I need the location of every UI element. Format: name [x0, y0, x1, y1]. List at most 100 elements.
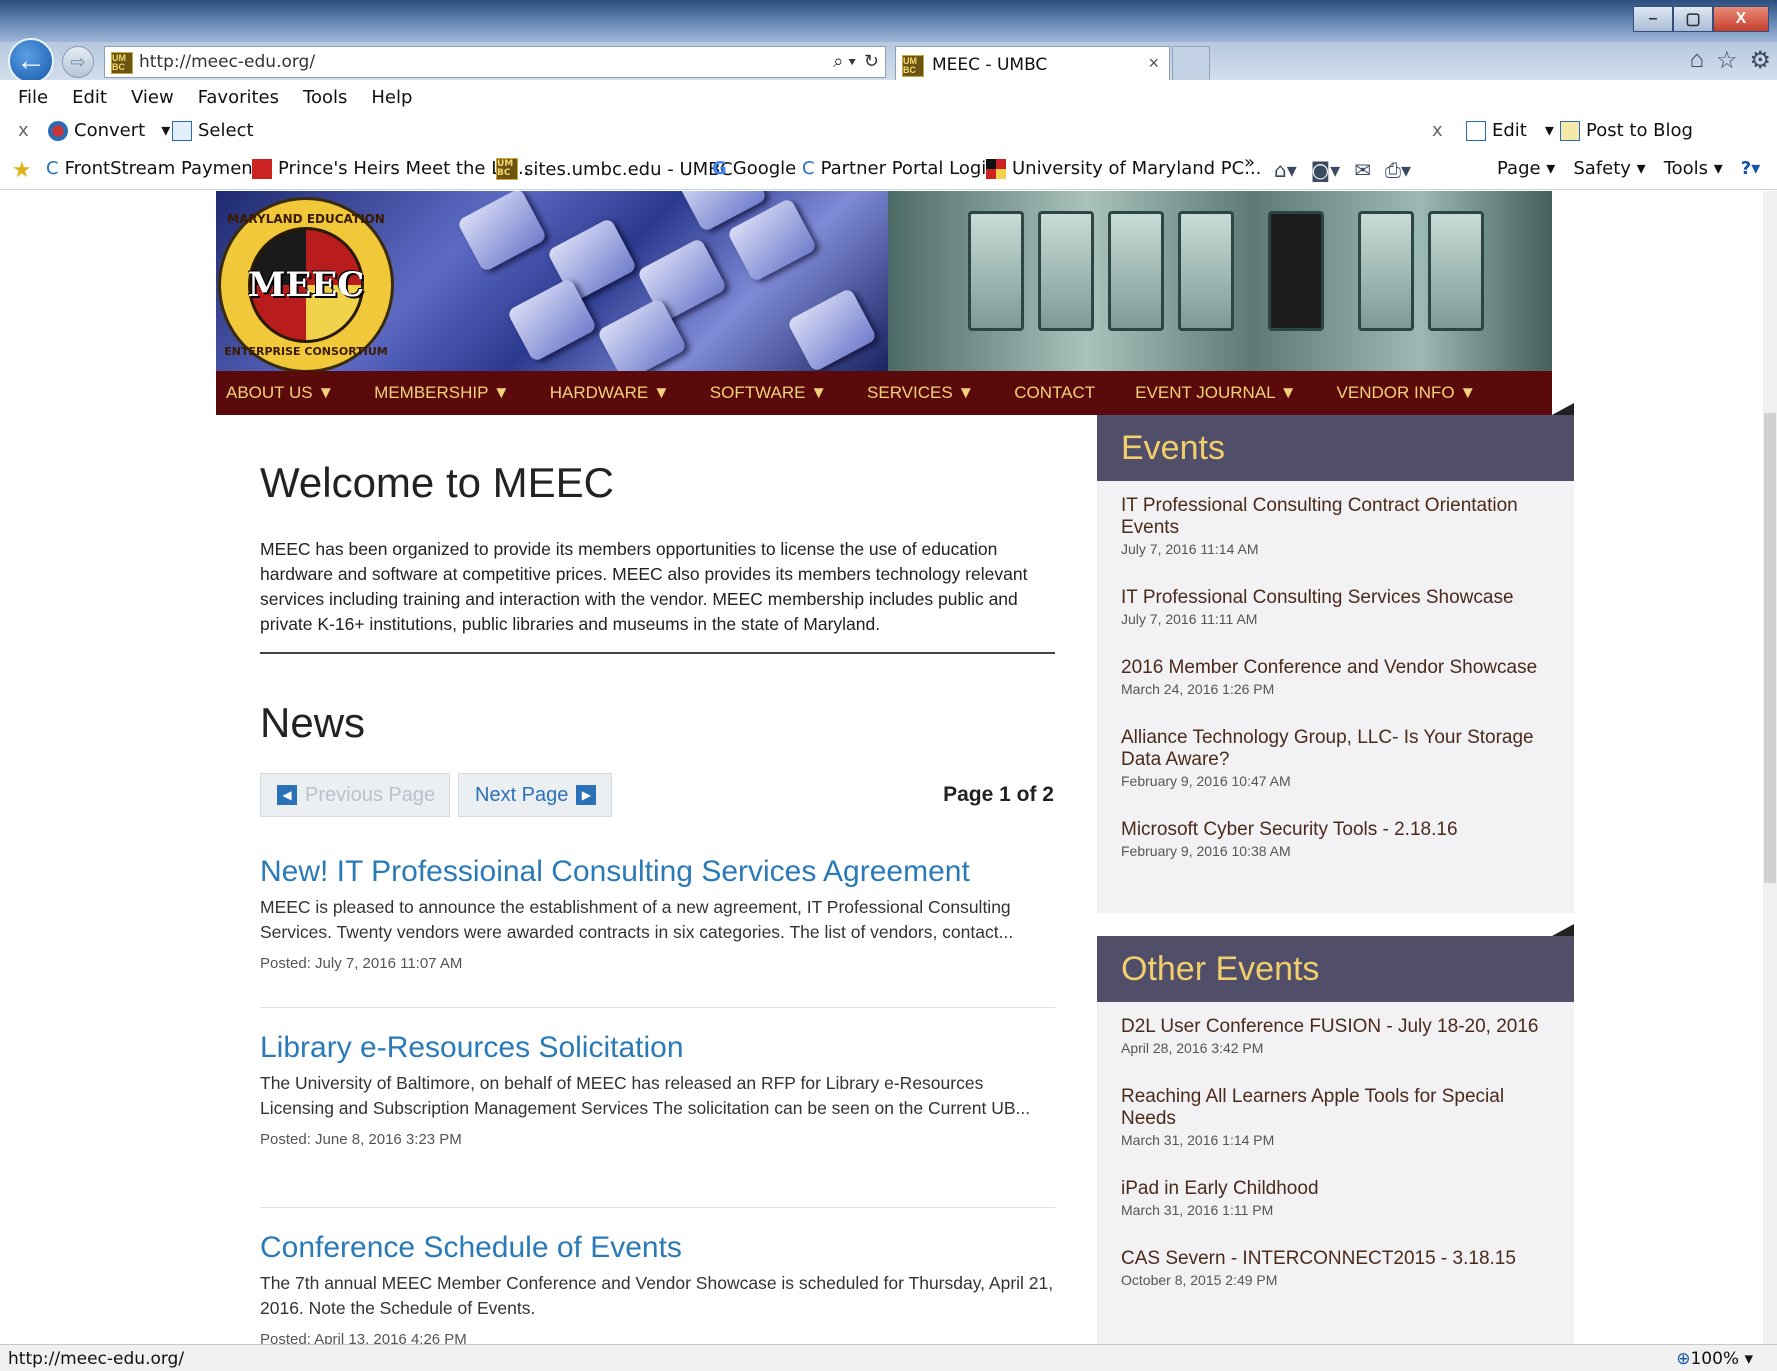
nav-vendor-info[interactable]: VENDOR INFO ▼: [1337, 383, 1477, 403]
fav-university-maryland[interactable]: University of Maryland PC...: [986, 158, 1261, 179]
menu-view[interactable]: View: [131, 87, 174, 108]
scrollbar-thumb[interactable]: [1764, 413, 1776, 883]
back-button[interactable]: ←: [8, 38, 54, 84]
page-menu-button[interactable]: Page ▾: [1497, 158, 1555, 179]
home-icon[interactable]: ⌂: [1689, 46, 1704, 75]
news-summary: The 7th annual MEEC Member Conference an…: [260, 1273, 1054, 1318]
edit-dropdown-icon[interactable]: ▾: [1545, 120, 1554, 141]
convert-dropdown-icon[interactable]: ▾: [161, 120, 170, 141]
menu-edit[interactable]: Edit: [72, 87, 107, 108]
event-date: April 28, 2016 3:42 PM: [1121, 1040, 1264, 1056]
address-bar[interactable]: UM BC http://meec-edu.org/ ⌕ ▾ ↻: [104, 46, 886, 78]
event-link[interactable]: iPad in Early Childhood: [1121, 1178, 1554, 1200]
mail-icon[interactable]: ✉: [1354, 158, 1371, 182]
menu-tools[interactable]: Tools: [303, 87, 347, 108]
favorites-star-icon[interactable]: ☆: [1716, 46, 1738, 75]
status-url: http://meec-edu.org/: [8, 1349, 185, 1369]
event-date: March 24, 2016 1:26 PM: [1121, 681, 1275, 697]
tab-close-icon[interactable]: ×: [1148, 53, 1159, 74]
gear-icon[interactable]: ⚙: [1749, 46, 1771, 75]
address-text[interactable]: http://meec-edu.org/: [139, 52, 315, 72]
news-separator: [260, 1207, 1055, 1208]
next-page-button[interactable]: Next Page ▶: [458, 773, 612, 817]
event-link[interactable]: IT Professional Consulting Services Show…: [1121, 587, 1554, 609]
event-item: 2016 Member Conference and Vendor Showca…: [1097, 657, 1574, 697]
tab-meec[interactable]: UM BC MEEC - UMBC ×: [895, 46, 1170, 82]
safety-menu-button[interactable]: Safety ▾: [1573, 158, 1645, 179]
maryland-flag-icon: [986, 158, 1006, 179]
news-summary: The University of Baltimore, on behalf o…: [260, 1073, 1031, 1118]
feeds-icon[interactable]: ◙▾: [1311, 158, 1340, 182]
event-link[interactable]: Reaching All Learners Apple Tools for Sp…: [1121, 1086, 1554, 1130]
event-link[interactable]: CAS Severn - INTERCONNECT2015 - 3.18.15: [1121, 1248, 1554, 1270]
post-to-blog-button[interactable]: Post to Blog: [1560, 120, 1693, 141]
nav-software[interactable]: SOFTWARE ▼: [710, 383, 827, 403]
intro-text: MEEC has been organized to provide its m…: [260, 539, 1028, 634]
news-title-link[interactable]: Library e-Resources Solicitation: [260, 1031, 1055, 1065]
print-icon[interactable]: ⎙▾: [1385, 158, 1411, 182]
event-date: February 9, 2016 10:47 AM: [1121, 773, 1291, 789]
fav-sites-umbc[interactable]: UM BC sites.umbc.edu - UMBC: [496, 158, 733, 180]
zoom-control[interactable]: ⊕100% ▾: [1676, 1349, 1753, 1369]
umbc-icon: UM BC: [496, 158, 518, 180]
favorites-bar: ★ C FrontStream Payments Prince's Heirs M…: [0, 150, 1777, 190]
fav-google[interactable]: G Google: [712, 158, 796, 179]
nav-membership[interactable]: MEMBERSHIP ▼: [374, 383, 510, 403]
search-icon[interactable]: ⌕ ▾: [833, 51, 856, 72]
select-button[interactable]: Select: [172, 120, 254, 141]
page-title: Welcome to MEEC: [260, 459, 614, 506]
nav-contact[interactable]: CONTACT: [1014, 383, 1095, 403]
vertical-scrollbar[interactable]: [1763, 191, 1777, 1344]
event-item: Reaching All Learners Apple Tools for Sp…: [1097, 1086, 1574, 1148]
close-window-button[interactable]: X: [1713, 6, 1769, 32]
event-link[interactable]: Alliance Technology Group, LLC- Is Your …: [1121, 727, 1554, 771]
other-events-heading: Other Events: [1097, 936, 1574, 1002]
refresh-icon[interactable]: ↻: [864, 51, 879, 72]
news-title-link[interactable]: Conference Schedule of Events: [260, 1231, 1055, 1265]
close-toolbar2-icon[interactable]: x: [1432, 120, 1443, 141]
nav-event-journal[interactable]: EVENT JOURNAL ▼: [1135, 383, 1296, 403]
event-item: iPad in Early Childhood March 31, 2016 1…: [1097, 1178, 1574, 1218]
meec-logo[interactable]: MARYLAND EDUCATION MEEC ENTERPRISE CONSO…: [218, 197, 394, 371]
nav-about-us[interactable]: ABOUT US ▼: [226, 383, 334, 403]
help-icon[interactable]: ?▾: [1741, 158, 1760, 179]
fav-partner-portal[interactable]: C Partner Portal Login: [802, 158, 998, 179]
tab-title: MEEC - UMBC: [932, 54, 1048, 75]
fav-frontstream[interactable]: C FrontStream Payments: [46, 158, 269, 179]
fav-prince[interactable]: Prince's Heirs Meet the La...: [252, 158, 529, 179]
event-link[interactable]: IT Professional Consulting Contract Orie…: [1121, 495, 1554, 539]
ribbon-notch: [1552, 403, 1574, 415]
event-link[interactable]: 2016 Member Conference and Vendor Showca…: [1121, 657, 1554, 679]
nav-hardware[interactable]: HARDWARE ▼: [550, 383, 670, 403]
tab-favicon: UM BC: [902, 55, 924, 77]
news-date: Posted: June 8, 2016 3:23 PM: [260, 1131, 462, 1148]
browser-window: – ▢ X ← ⇨ UM BC http://meec-edu.org/ ⌕ ▾…: [0, 0, 1777, 1371]
menu-help[interactable]: Help: [371, 87, 412, 108]
convert-button[interactable]: Convert ▾: [48, 120, 170, 141]
other-events-panel: Other Events D2L User Conference FUSION …: [1097, 936, 1574, 1344]
device-photo: [888, 191, 1552, 371]
event-link[interactable]: D2L User Conference FUSION - July 18-20,…: [1121, 1016, 1554, 1038]
events-panel: Events IT Professional Consulting Contra…: [1097, 415, 1574, 913]
forward-button[interactable]: ⇨: [62, 46, 94, 78]
event-link[interactable]: Microsoft Cyber Security Tools - 2.18.16: [1121, 819, 1554, 841]
favbar-more-icon[interactable]: »: [1244, 152, 1255, 173]
add-favorite-icon[interactable]: ★: [12, 158, 32, 183]
news-summary: MEEC is pleased to announce the establis…: [260, 897, 1014, 942]
edit-button[interactable]: Edit ▾: [1466, 120, 1554, 141]
home-toolbar-icon[interactable]: ⌂▾: [1274, 158, 1297, 182]
minimize-button[interactable]: –: [1633, 6, 1673, 32]
maximize-button[interactable]: ▢: [1673, 6, 1713, 32]
news-heading: News: [260, 699, 366, 746]
news-title-link[interactable]: New! IT Professioinal Consulting Service…: [260, 855, 1055, 889]
tools-menu-button[interactable]: Tools ▾: [1664, 158, 1723, 179]
logo-text: MEEC: [247, 265, 365, 305]
close-toolbar-icon[interactable]: x: [18, 120, 29, 141]
menu-file[interactable]: File: [18, 87, 48, 108]
previous-page-button[interactable]: ◀ Previous Page: [260, 773, 450, 817]
event-date: March 31, 2016 1:11 PM: [1121, 1202, 1274, 1218]
event-item: IT Professional Consulting Services Show…: [1097, 587, 1574, 627]
new-tab-button[interactable]: [1172, 46, 1210, 82]
nav-services[interactable]: SERVICES ▼: [867, 383, 974, 403]
menu-favorites[interactable]: Favorites: [198, 87, 279, 108]
